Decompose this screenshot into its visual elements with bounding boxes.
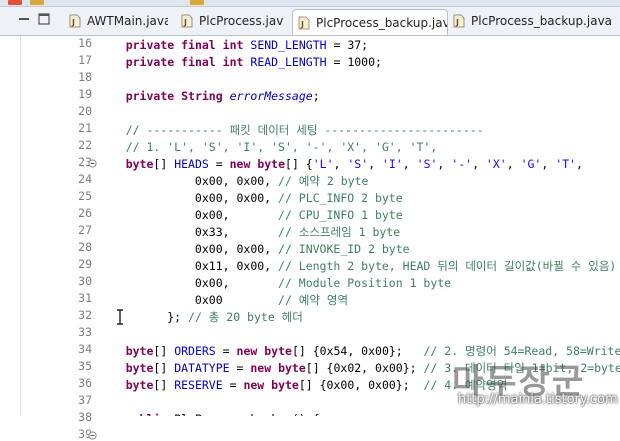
toolbar-icon[interactable] — [30, 0, 44, 5]
line-number-ruler: 16 17 18 19 20 21 22 23 24 25 26 27 28 2… — [20, 36, 97, 441]
line-number: 25 — [78, 189, 92, 203]
code-line[interactable]: 0x00, 0x00, // PLC_INFO 2 byte — [98, 189, 403, 207]
line-number: 26 — [78, 206, 92, 220]
code-line[interactable]: byte[] RESERVE = new byte[] {0x00, 0x00}… — [98, 376, 508, 394]
tab-label: PlcProcess_backup.java — [471, 14, 613, 28]
line-number: 27 — [78, 223, 92, 237]
tab-label: AWTMain.java — [87, 14, 168, 28]
line-number: 20 — [78, 104, 92, 118]
line-number: 35 — [78, 359, 92, 373]
tab-plcprocess-backup-active[interactable]: J PlcProcess_backup.java ✕ — [292, 9, 448, 35]
code-line[interactable]: private final int READ_LENGTH = 1000; — [98, 53, 382, 71]
svg-text:J: J — [71, 18, 75, 27]
code-line[interactable]: byte[] HEADS = new byte[] {'L', 'S', 'I'… — [98, 155, 583, 173]
line-number: 23 — [78, 155, 92, 169]
tab-plcprocess-backup[interactable]: J PlcProcess_backup.java — [452, 9, 618, 33]
line-number: 29 — [78, 257, 92, 271]
line-number: 32 — [78, 308, 92, 322]
line-number: 38 — [78, 410, 92, 424]
code-line[interactable]: private String errorMessage; — [98, 87, 320, 105]
tab-label: PlcProcess.java — [199, 14, 284, 28]
line-number: 39 — [78, 427, 92, 441]
svg-text:J: J — [183, 18, 187, 27]
code-line[interactable]: private final int SEND_LENGTH = 37; — [98, 36, 368, 54]
java-file-icon: J — [452, 14, 466, 28]
tab-plcprocess[interactable]: J PlcProcess.java — [180, 9, 284, 33]
code-line[interactable]: 0x00, // CPU_INFO 1 byte — [98, 206, 403, 224]
toolbar-icon[interactable] — [8, 0, 22, 5]
code-line[interactable]: 0x00 // 예약 영역 — [98, 291, 348, 309]
watermark-url: http://mainia.tistory.com — [458, 392, 618, 407]
svg-text:J: J — [300, 20, 304, 29]
line-number: 18 — [78, 70, 92, 84]
line-number: 22 — [78, 138, 92, 152]
line-number: 37 — [78, 393, 92, 407]
line-number: 33 — [78, 325, 92, 339]
minimize-icon[interactable] — [18, 13, 30, 25]
line-number: 28 — [78, 240, 92, 254]
line-number: 16 — [78, 36, 92, 50]
line-number: 24 — [78, 172, 92, 186]
code-line[interactable]: // 1. 'L', 'S', 'I', 'S', '-', 'X', 'G',… — [98, 138, 438, 156]
line-number: 34 — [78, 342, 92, 356]
code-line[interactable]: }; // 총 20 byte 헤더 — [98, 308, 303, 326]
fold-collapse-icon[interactable] — [88, 431, 97, 440]
tab-awtmain[interactable]: J AWTMain.java — [68, 9, 168, 33]
java-file-icon: J — [180, 14, 194, 28]
line-number: 30 — [78, 274, 92, 288]
line-number: 36 — [78, 376, 92, 390]
maximize-icon[interactable] — [38, 13, 50, 25]
code-line[interactable]: 0x00, 0x00, // 예약 2 byte — [98, 172, 369, 190]
svg-text:J: J — [455, 18, 459, 27]
text-cursor-icon — [117, 309, 123, 325]
java-file-icon: J — [297, 16, 311, 30]
line-number: 21 — [78, 121, 92, 135]
code-line[interactable]: public PlcProcess_backup() { — [98, 410, 320, 416]
code-line[interactable]: // ----------- 패킷 데이터 세팅 ---------------… — [98, 121, 484, 139]
window-toolbar — [0, 0, 620, 7]
editor-tab-bar: J AWTMain.java J PlcProcess.java J PlcPr… — [0, 7, 620, 36]
toolbar-icon[interactable] — [190, 0, 204, 5]
code-line[interactable]: 0x00, // Module Position 1 byte — [98, 274, 451, 292]
fold-collapse-icon[interactable] — [88, 159, 97, 168]
code-line[interactable]: 0x00, 0x00, // INVOKE_ID 2 byte — [98, 240, 410, 258]
code-line[interactable]: 0x33, // 소스프레임 1 byte — [98, 223, 400, 241]
line-number: 19 — [78, 87, 92, 101]
tab-label: PlcProcess_backup.java — [316, 15, 448, 30]
line-number: 31 — [78, 291, 92, 305]
java-file-icon: J — [68, 14, 82, 28]
code-line[interactable]: 0x11, 0x00, // Length 2 byte, HEAD 뒤의 데이… — [98, 257, 616, 275]
line-number: 17 — [78, 53, 92, 67]
